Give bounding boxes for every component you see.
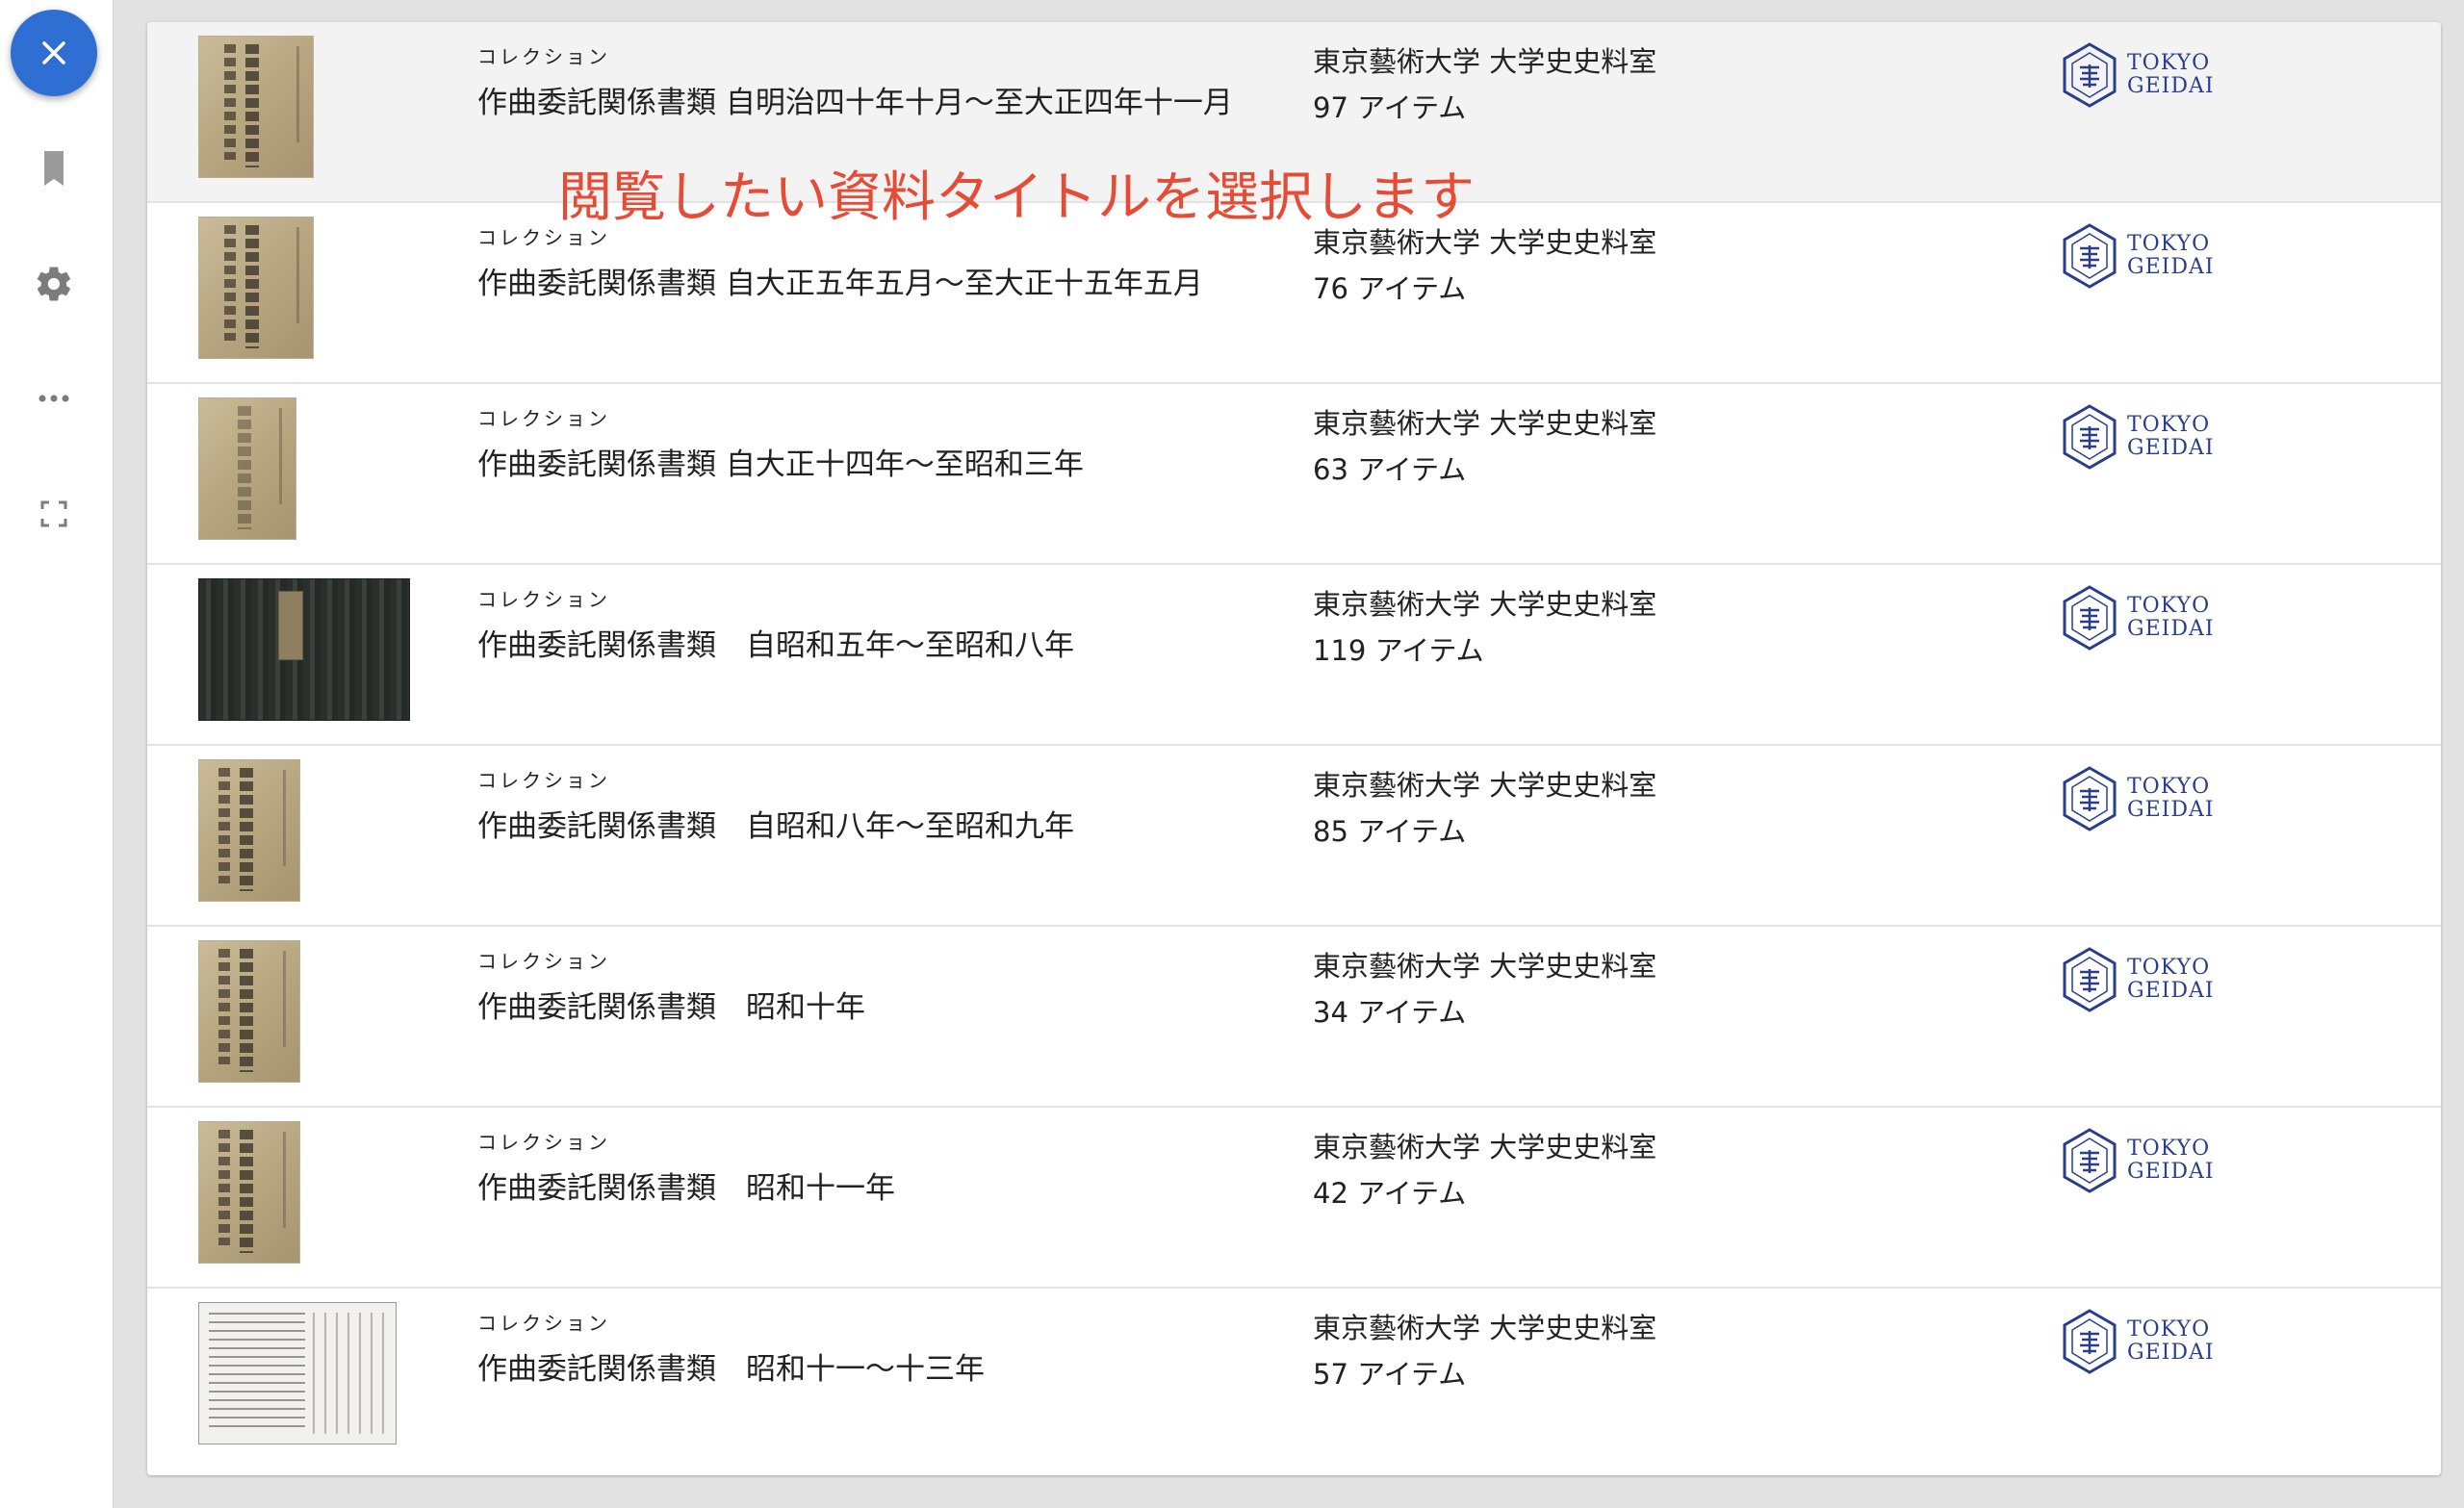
item-title[interactable]: 作曲委託関係書類 自明治四十年十月〜至大正四年十一月 — [477, 78, 1233, 121]
settings-button[interactable] — [27, 257, 81, 311]
logo-text-line2: GEIDAI — [2127, 255, 2215, 279]
tokyo-geidai-emblem-icon — [2063, 223, 2117, 289]
provider-logo: TOKYO GEIDAI — [2060, 1127, 2215, 1194]
thumbnail[interactable] — [198, 36, 314, 178]
item-kind: コレクション — [477, 1312, 610, 1335]
item-kind: コレクション — [477, 407, 610, 430]
tokyo-geidai-emblem-icon — [2063, 585, 2117, 651]
thumbnail[interactable] — [198, 1302, 397, 1444]
thumbnail[interactable] — [198, 1121, 300, 1264]
fullscreen-icon — [40, 500, 67, 527]
logo-text-line2: GEIDAI — [2127, 617, 2215, 641]
item-title[interactable]: 作曲委託関係書類 昭和十一〜十三年 — [477, 1344, 985, 1388]
logo-text-line2: GEIDAI — [2127, 74, 2215, 98]
result-row[interactable]: コレクション 作曲委託関係書類 自大正五年五月〜至大正十五年五月 東京藝術大学 … — [147, 203, 2441, 384]
logo-text-line2: GEIDAI — [2127, 1341, 2215, 1365]
tokyo-geidai-emblem-icon — [2063, 766, 2117, 831]
item-kind: コレクション — [477, 1131, 610, 1154]
item-kind: コレクション — [477, 226, 610, 249]
item-holder: 東京藝術大学 大学史史料室 — [1313, 226, 1657, 259]
logo-text-line2: GEIDAI — [2127, 979, 2215, 1003]
provider-logo: TOKYO GEIDAI — [2060, 41, 2215, 109]
result-row[interactable]: コレクション 作曲委託関係書類 自昭和五年〜至昭和八年 東京藝術大学 大学史史料… — [147, 565, 2441, 746]
item-holder: 東京藝術大学 大学史史料室 — [1313, 950, 1657, 983]
item-count: 34 アイテム — [1313, 996, 1467, 1029]
result-row[interactable]: コレクション 作曲委託関係書類 昭和十年 東京藝術大学 大学史史料室 34 アイ… — [147, 927, 2441, 1108]
item-holder: 東京藝術大学 大学史史料室 — [1313, 588, 1657, 621]
more-button[interactable] — [27, 371, 81, 425]
item-count: 119 アイテム — [1313, 634, 1484, 667]
item-holder: 東京藝術大学 大学史史料室 — [1313, 1312, 1657, 1344]
tokyo-geidai-emblem-icon — [2063, 42, 2117, 108]
item-count: 97 アイテム — [1313, 91, 1467, 124]
provider-logo: TOKYO GEIDAI — [2060, 584, 2215, 652]
provider-logo: TOKYO GEIDAI — [2060, 222, 2215, 290]
result-row[interactable]: コレクション 作曲委託関係書類 自明治四十年十月〜至大正四年十一月 東京藝術大学… — [147, 22, 2441, 229]
results-panel: コレクション 作曲委託関係書類 自明治四十年十月〜至大正四年十一月 東京藝術大学… — [147, 22, 2441, 1475]
thumbnail[interactable] — [198, 940, 300, 1083]
provider-logo: TOKYO GEIDAI — [2060, 946, 2215, 1013]
item-title[interactable]: 作曲委託関係書類 昭和十一年 — [477, 1163, 895, 1207]
item-count: 57 アイテム — [1313, 1358, 1467, 1391]
item-holder: 東京藝術大学 大学史史料室 — [1313, 769, 1657, 802]
tokyo-geidai-emblem-icon — [2063, 404, 2117, 470]
tokyo-geidai-emblem-icon — [2063, 1309, 2117, 1374]
item-count: 85 アイテム — [1313, 815, 1467, 848]
logo-text-line1: TOKYO — [2127, 1317, 2211, 1342]
bookmark-button[interactable] — [27, 141, 81, 195]
provider-logo: TOKYO GEIDAI — [2060, 765, 2215, 832]
logo-text-line1: TOKYO — [2127, 1137, 2211, 1161]
logo-text-line1: TOKYO — [2127, 232, 2211, 256]
tokyo-geidai-emblem-icon — [2063, 1128, 2117, 1193]
fullscreen-button[interactable] — [27, 487, 81, 541]
item-holder: 東京藝術大学 大学史史料室 — [1313, 1131, 1657, 1163]
item-holder: 東京藝術大学 大学史史料室 — [1313, 45, 1657, 78]
bookmark-icon — [44, 151, 64, 186]
gear-icon — [37, 267, 70, 301]
result-row[interactable]: コレクション 作曲委託関係書類 自昭和八年〜至昭和九年 東京藝術大学 大学史史料… — [147, 746, 2441, 927]
item-kind: コレクション — [477, 45, 610, 68]
provider-logo: TOKYO GEIDAI — [2060, 403, 2215, 471]
logo-text-line1: TOKYO — [2127, 594, 2211, 618]
logo-text-line2: GEIDAI — [2127, 436, 2215, 460]
result-row[interactable]: コレクション 作曲委託関係書類 自大正十四年〜至昭和三年 東京藝術大学 大学史史… — [147, 384, 2441, 565]
item-title[interactable]: 作曲委託関係書類 自大正五年五月〜至大正十五年五月 — [477, 259, 1203, 302]
more-icon — [38, 395, 69, 402]
thumbnail[interactable] — [198, 578, 410, 721]
item-kind: コレクション — [477, 588, 610, 611]
thumbnail[interactable] — [198, 397, 296, 540]
logo-text-line1: TOKYO — [2127, 51, 2211, 75]
item-count: 63 アイテム — [1313, 453, 1467, 486]
item-count: 42 アイテム — [1313, 1177, 1467, 1210]
tokyo-geidai-emblem-icon — [2063, 947, 2117, 1012]
thumbnail[interactable] — [198, 217, 314, 359]
close-button[interactable] — [11, 10, 97, 96]
logo-text-line1: TOKYO — [2127, 956, 2211, 980]
item-title[interactable]: 作曲委託関係書類 自大正十四年〜至昭和三年 — [477, 440, 1084, 483]
close-icon — [42, 41, 65, 64]
item-title[interactable]: 作曲委託関係書類 自昭和五年〜至昭和八年 — [477, 621, 1074, 664]
item-kind: コレクション — [477, 769, 610, 792]
sidebar — [0, 0, 114, 1508]
item-title[interactable]: 作曲委託関係書類 昭和十年 — [477, 983, 865, 1026]
thumbnail[interactable] — [198, 759, 300, 902]
logo-text-line1: TOKYO — [2127, 413, 2211, 437]
item-holder: 東京藝術大学 大学史史料室 — [1313, 407, 1657, 440]
logo-text-line1: TOKYO — [2127, 775, 2211, 799]
result-row[interactable]: コレクション 作曲委託関係書類 昭和十一〜十三年 東京藝術大学 大学史史料室 5… — [147, 1289, 2441, 1470]
item-count: 76 アイテム — [1313, 272, 1467, 305]
provider-logo: TOKYO GEIDAI — [2060, 1308, 2215, 1375]
logo-text-line2: GEIDAI — [2127, 798, 2215, 822]
item-title[interactable]: 作曲委託関係書類 自昭和八年〜至昭和九年 — [477, 802, 1074, 845]
result-row[interactable]: コレクション 作曲委託関係書類 昭和十一年 東京藝術大学 大学史史料室 42 ア… — [147, 1108, 2441, 1289]
logo-text-line2: GEIDAI — [2127, 1160, 2215, 1184]
item-kind: コレクション — [477, 950, 610, 973]
